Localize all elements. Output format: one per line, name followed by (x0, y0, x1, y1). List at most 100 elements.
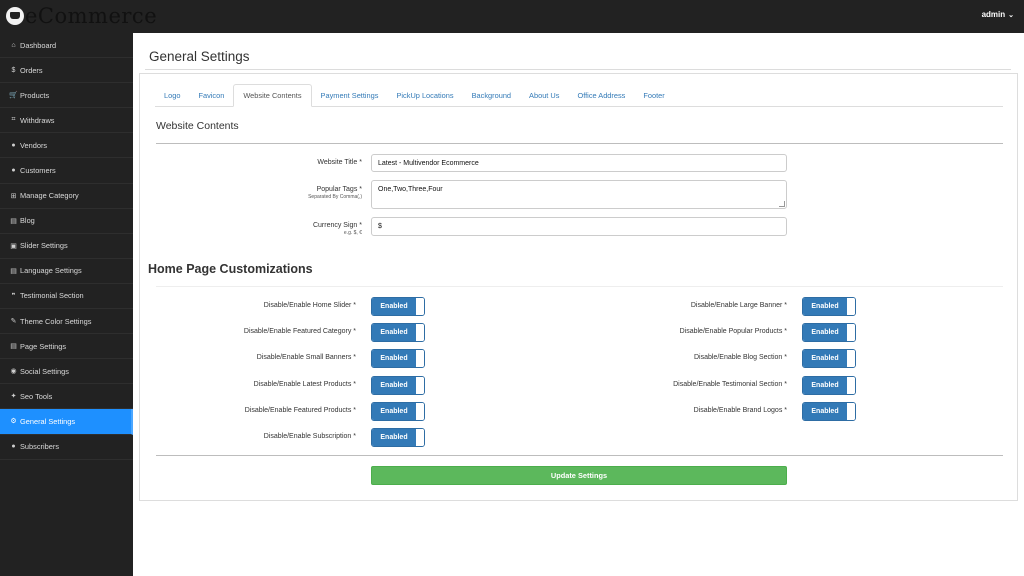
cart-icon: 🛒 (9, 92, 18, 100)
sidebar-item-label: Manage Category (20, 191, 79, 201)
enable-toggle[interactable]: Enabled (371, 375, 425, 395)
enable-toggle[interactable]: Enabled (802, 349, 856, 369)
enable-toggle[interactable]: Enabled (371, 297, 425, 316)
sidebar-item-page-settings[interactable]: ▤ Page Settings (0, 334, 133, 360)
tab-logo[interactable]: Logo (155, 84, 189, 107)
toggle-state-label: Enabled (803, 350, 847, 368)
sidebar-item-testimonial-section[interactable]: ❞ Testimonial Section (0, 284, 133, 310)
toggle-state-label: Enabled (372, 429, 416, 446)
settings-panel: Logo Favicon Website Contents Payment Setti… (139, 73, 1018, 501)
popular-tags-textarea[interactable]: One,Two,Three,Four (371, 180, 787, 209)
sidebar-item-social-settings[interactable]: ◉ Social Settings (0, 359, 133, 385)
sidebar-item-general-settings[interactable]: ⚙ General Settings (0, 409, 133, 435)
enable-toggle[interactable]: Enabled (371, 323, 425, 343)
enable-toggle[interactable]: Enabled (802, 401, 856, 421)
sidebar-item-blog[interactable]: ▤ Blog (0, 209, 133, 234)
section-divider (156, 455, 1003, 456)
brush-icon: ✎ (10, 318, 17, 326)
sidebar-item-seo-tools[interactable]: ✦ Seo Tools (0, 384, 133, 410)
toggle-knob (847, 298, 855, 315)
admin-user-menu[interactable]: admin ⌄ (982, 10, 1014, 19)
sidebar-item-label: General Settings (20, 416, 76, 426)
toggle-label: Disable/Enable Popular Products * (679, 328, 787, 336)
toggle-label: Disable/Enable Small Banners * (256, 354, 356, 362)
sidebar-item-label: Seo Tools (20, 391, 53, 401)
toggle-label: Disable/Enable Large Banner * (690, 302, 787, 309)
sidebar-item-language-settings[interactable]: ▤ Language Settings (0, 259, 133, 284)
currency-sign-input[interactable]: $ (371, 217, 787, 236)
toggle-knob (847, 350, 855, 368)
currency-sign-label: Currency Sign * e.g. $, € (162, 222, 362, 236)
sidebar-item-vendors[interactable]: ● Vendors (0, 133, 133, 159)
tab-pickup-locations[interactable]: PickUp Locations (387, 84, 462, 107)
tab-footer[interactable]: Footer (634, 84, 673, 107)
toggle-knob (847, 402, 855, 420)
sidebar-item-customers[interactable]: ● Customers (0, 158, 133, 184)
sidebar-item-subscribers[interactable]: ● Subscribers (0, 435, 133, 460)
cart-logo-icon (6, 7, 24, 25)
chevron-down-icon: ⌄ (1008, 11, 1014, 19)
sidebar-item-label: Slider Settings (20, 241, 68, 251)
sidebar-item-theme-color-settings[interactable]: ✎ Theme Color Settings (0, 309, 133, 335)
sidebar-item-orders[interactable]: $ Orders (0, 58, 133, 84)
tab-payment-settings[interactable]: Payment Settings (312, 84, 388, 107)
quote-icon: ❞ (11, 292, 16, 300)
toggle-knob (847, 376, 855, 394)
sidebar-item-dashboard[interactable]: ⌂ Dashboard (0, 33, 133, 59)
cogs-icon: ⚙ (10, 418, 17, 426)
toggle-state-label: Enabled (372, 350, 416, 368)
image-icon: ▣ (10, 242, 17, 250)
toggle-state-label: Enabled (372, 324, 416, 342)
sidebar-item-label: Testimonial Section (20, 291, 84, 301)
toggle-label: Disable/Enable Featured Products * (244, 406, 356, 414)
sidebar-item-label: Social Settings (20, 366, 69, 376)
popular-tags-label: Popular Tags * Separated By Comma(,) (162, 186, 362, 200)
user-icon: ● (11, 141, 16, 149)
enable-toggle[interactable]: Enabled (371, 428, 425, 447)
toggle-knob (416, 402, 424, 420)
sidebar-item-withdraws[interactable]: ⌗ Withdraws (0, 108, 133, 134)
update-settings-button[interactable]: Update Settings (371, 466, 787, 485)
bank-icon: ⌗ (11, 116, 16, 124)
sidebar-item-label: Blog (20, 216, 35, 226)
toggle-state-label: Enabled (803, 402, 847, 420)
toggle-knob (416, 298, 424, 315)
section-divider (156, 286, 1003, 287)
currency-sign-label-text: Currency Sign * (312, 222, 362, 229)
tab-about-us[interactable]: About Us (520, 84, 568, 107)
wrench-icon: ✦ (10, 393, 17, 401)
dollar-icon: $ (11, 66, 16, 74)
toggle-state-label: Enabled (372, 402, 416, 420)
popular-tags-hint: Separated By Comma(,) (308, 194, 362, 200)
toggle-label: Disable/Enable Featured Category * (243, 328, 356, 336)
website-title-label-text: Website Title * (317, 159, 362, 166)
globe-icon: ◉ (10, 368, 17, 376)
enable-toggle[interactable]: Enabled (371, 349, 425, 369)
toggle-label: Disable/Enable Subscription * (263, 433, 356, 440)
tab-office-address[interactable]: Office Address (568, 84, 634, 107)
sidebar-item-label: Page Settings (20, 341, 67, 351)
section-heading-home-page: Home Page Customizations (148, 262, 313, 276)
sidebar-item-slider-settings[interactable]: ▣ Slider Settings (0, 234, 133, 259)
toggle-label: Disable/Enable Testimonial Section * (673, 380, 787, 388)
tab-background[interactable]: Background (463, 84, 520, 107)
enable-toggle[interactable]: Enabled (802, 297, 856, 316)
sidebar-item-products[interactable]: 🛒 Products (0, 83, 133, 109)
enable-toggle[interactable]: Enabled (802, 375, 856, 395)
brand-name: eCommerce (25, 4, 158, 28)
popular-tags-label-text: Popular Tags * (316, 186, 362, 193)
tab-favicon[interactable]: Favicon (189, 84, 233, 107)
brand[interactable]: eCommerce (6, 2, 157, 30)
sidebar-item-manage-category[interactable]: ⊞ Manage Category (0, 184, 133, 209)
currency-sign-hint: e.g. $, € (343, 230, 362, 236)
toggle-knob (416, 429, 424, 446)
enable-toggle[interactable]: Enabled (371, 401, 425, 421)
toggle-state-label: Enabled (372, 376, 416, 394)
website-title-input[interactable]: Latest - Multivendor Ecommerce (371, 154, 787, 172)
toggle-knob (416, 376, 424, 394)
resize-handle-icon[interactable] (779, 201, 785, 207)
tab-website-contents[interactable]: Website Contents (233, 84, 312, 107)
file-text-icon: ▤ (10, 267, 17, 275)
enable-toggle[interactable]: Enabled (802, 323, 856, 343)
main-content: General Settings Logo Favicon Website Cont… (133, 33, 1024, 576)
